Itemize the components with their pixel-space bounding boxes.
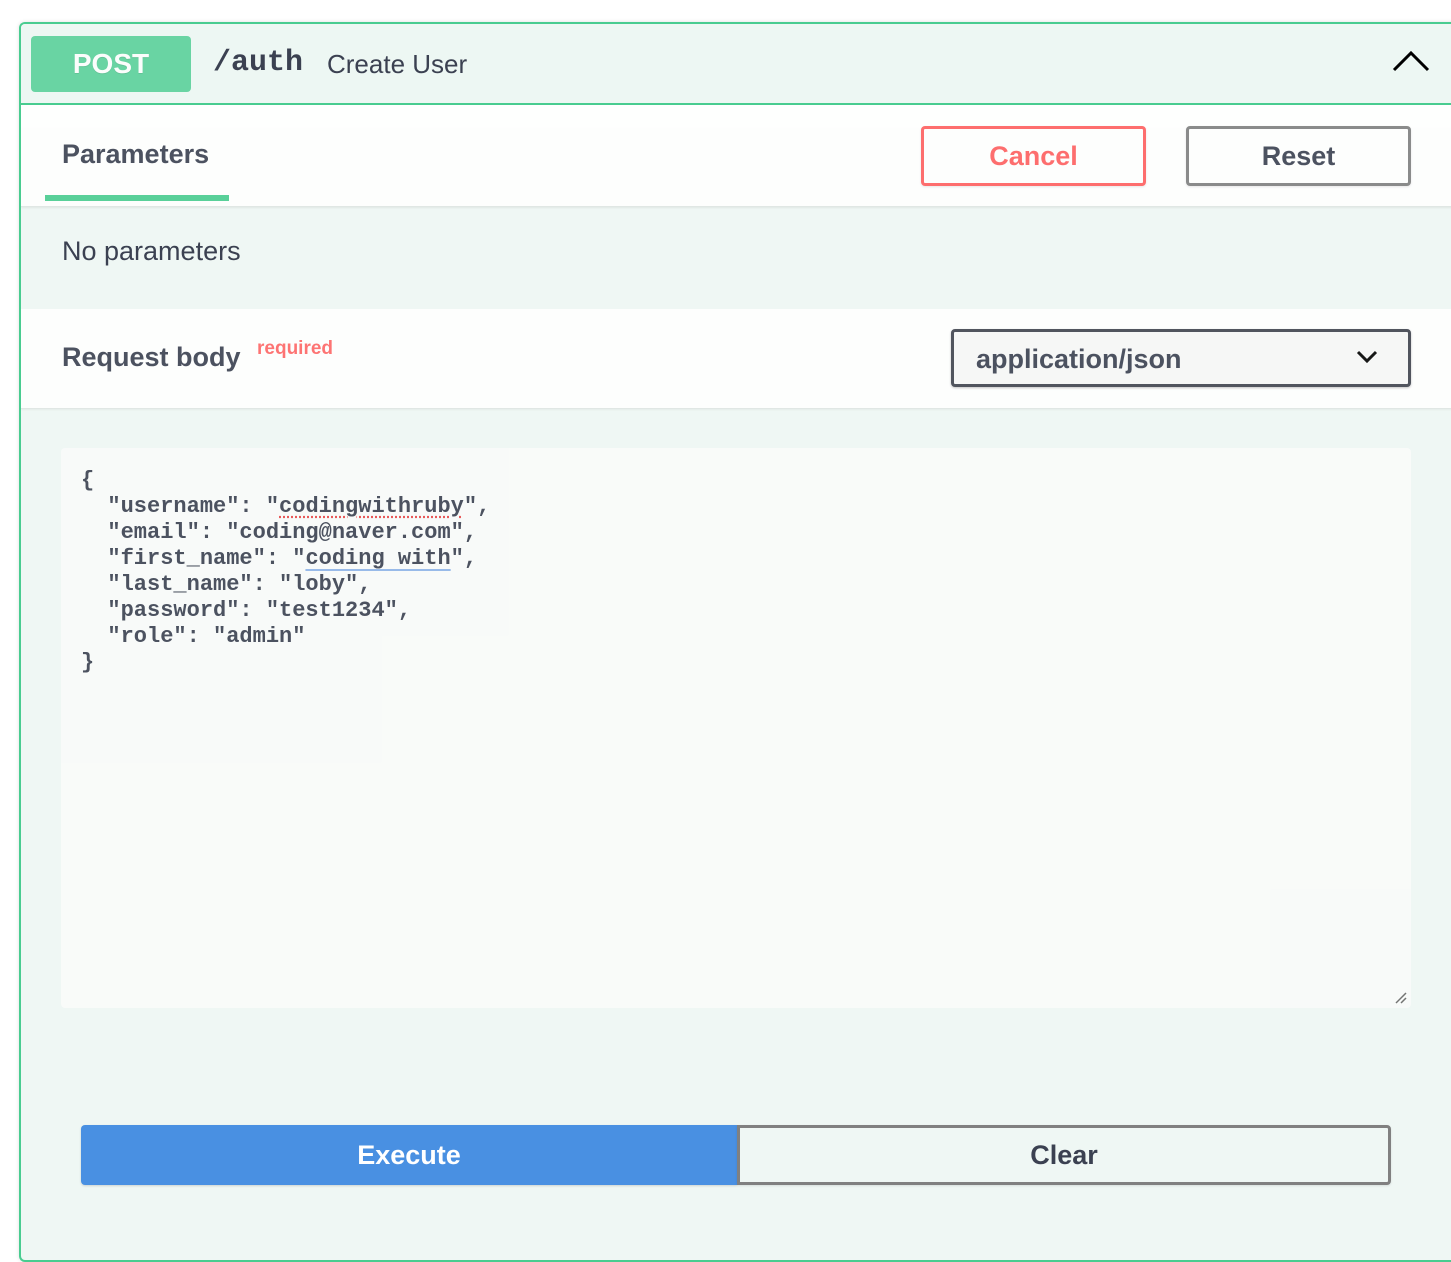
spellcheck-word: coding with <box>305 546 451 571</box>
code-line: "username": "codingwithruby", <box>81 494 1391 520</box>
code-line: "email": "coding@naver.com", <box>81 520 1391 546</box>
code-text: ", <box>450 546 478 571</box>
chevron-down-icon <box>1356 350 1378 364</box>
chevron-up-icon[interactable] <box>1391 48 1431 74</box>
operation-summary[interactable]: POST /auth Create User <box>21 24 1451 105</box>
operation-block: POST /auth Create User Parameters Cancel… <box>19 22 1451 1262</box>
request-body-header: Request body required application/json <box>21 309 1451 409</box>
method-badge: POST <box>31 36 191 92</box>
code-text: "first_name": " <box>81 546 306 571</box>
request-body-editor[interactable]: { "username": "codingwithruby", "email":… <box>61 448 1411 1008</box>
content-type-value: application/json <box>976 344 1182 374</box>
no-parameters-text: No parameters <box>62 236 241 266</box>
required-badge: required <box>257 338 334 359</box>
request-body-title: Request body <box>62 342 241 372</box>
code-lines: { "username": "codingwithruby", "email":… <box>81 468 1391 676</box>
parameters-header: Parameters Cancel Reset <box>21 105 1451 207</box>
cancel-button[interactable]: Cancel <box>921 126 1146 186</box>
code-text: } <box>81 650 95 675</box>
execute-wrapper: Execute Clear <box>81 1125 1391 1185</box>
code-line: } <box>81 650 1391 676</box>
code-line: "role": "admin" <box>81 624 1391 650</box>
code-line: "password": "test1234", <box>81 598 1391 624</box>
code-text: "last_name": "loby", <box>81 572 372 597</box>
code-text: "email": "coding@naver.com", <box>81 520 478 545</box>
tab-parameters-label: Parameters <box>62 139 210 169</box>
content-type-select[interactable]: application/json <box>951 329 1411 387</box>
tab-parameters[interactable]: Parameters <box>45 105 229 201</box>
reset-button[interactable]: Reset <box>1186 126 1411 186</box>
code-text: { <box>81 468 95 493</box>
code-text: "role": "admin" <box>81 624 306 649</box>
spellcheck-word: codingwithruby <box>279 494 464 519</box>
resize-handle-icon[interactable] <box>1393 990 1407 1004</box>
operation-summary-text: Create User <box>327 49 468 79</box>
execute-button[interactable]: Execute <box>81 1125 737 1185</box>
operation-path: /auth <box>213 46 304 80</box>
code-line: "last_name": "loby", <box>81 572 1391 598</box>
code-line: { <box>81 468 1391 494</box>
code-text: "username": " <box>81 494 280 519</box>
code-line: "first_name": "coding with", <box>81 546 1391 572</box>
code-text: "password": "test1234", <box>81 598 412 623</box>
code-text: ", <box>463 494 491 519</box>
clear-button[interactable]: Clear <box>737 1125 1391 1185</box>
